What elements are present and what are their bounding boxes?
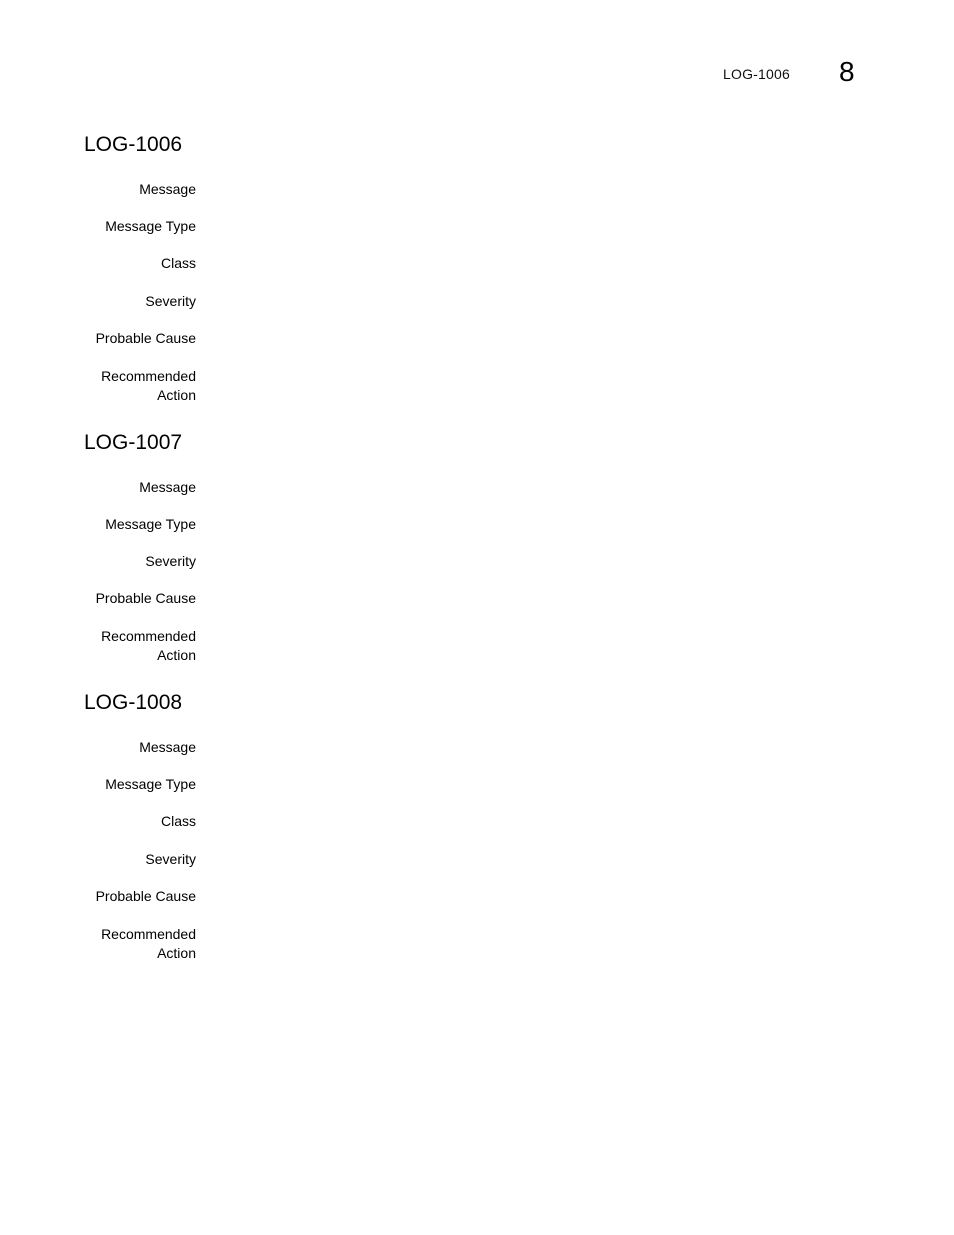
field-label-recommended-action: Recommended Action: [101, 926, 196, 961]
field-label-severity: Severity: [145, 553, 196, 569]
running-title: LOG-1006: [723, 66, 790, 82]
field-label-message-type: Message Type: [105, 516, 196, 532]
running-header: LOG-1006 8: [0, 56, 954, 90]
field-label-recommended-action: Recommended Action: [101, 628, 196, 663]
field-label-message-type: Message Type: [105, 218, 196, 234]
field-label-class: Class: [160, 255, 196, 271]
section-title: LOG-1007: [84, 431, 183, 454]
field-label-probable-cause: Probable Cause: [95, 330, 196, 346]
field-label-severity: Severity: [145, 851, 196, 867]
field-label-recommended-action: Recommended Action: [101, 368, 196, 403]
field-label-message-type: Message Type: [105, 776, 196, 792]
field-label-probable-cause: Probable Cause: [95, 590, 196, 606]
chapter-number: 8: [839, 56, 855, 87]
section-title: LOG-1006: [84, 133, 183, 156]
section-title: LOG-1008: [84, 691, 183, 714]
field-label-message: Message: [139, 739, 196, 755]
field-label-class: Class: [160, 813, 196, 829]
field-label-probable-cause: Probable Cause: [95, 888, 196, 904]
field-label-message: Message: [139, 181, 196, 197]
field-label-severity: Severity: [145, 293, 196, 309]
field-label-message: Message: [139, 479, 196, 495]
